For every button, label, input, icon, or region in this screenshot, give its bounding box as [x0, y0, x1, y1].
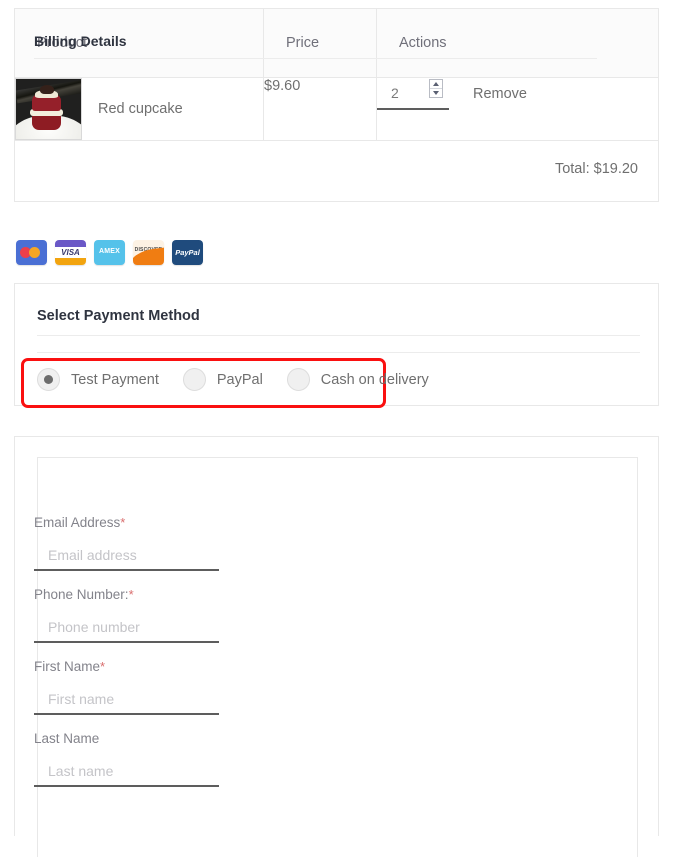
remove-item-button[interactable]: Remove	[473, 86, 527, 102]
payment-divider-bottom	[37, 352, 640, 353]
billing-details-title: Billing Details	[34, 33, 127, 49]
product-thumbnail-image[interactable]	[15, 78, 82, 140]
payment-option-label: Test Payment	[71, 371, 159, 388]
required-marker: *	[128, 587, 134, 602]
payment-method-title: Select Payment Method	[37, 308, 200, 324]
visa-icon: VISA	[55, 240, 86, 265]
cart-total-row: Total: $19.20	[15, 141, 658, 202]
last-name-field-label: Last Name	[34, 731, 100, 746]
accepted-cards-strip: VISA AMEX DISCOVER PayPal	[16, 240, 203, 265]
email-field[interactable]	[34, 547, 219, 571]
amex-icon: AMEX	[94, 240, 125, 265]
payment-option-cash-on-delivery[interactable]: Cash on delivery	[286, 368, 429, 391]
first-name-field[interactable]	[34, 691, 219, 715]
cell-price: $9.60	[263, 77, 377, 141]
payment-option-test-payment[interactable]: Test Payment	[37, 368, 159, 391]
cart-table-body: Red cupcake $9.60 2 Remove Total: $19.20	[15, 77, 658, 202]
required-marker: *	[100, 659, 106, 674]
cell-actions: 2 Remove	[376, 77, 658, 141]
radio-unselected-icon[interactable]	[182, 368, 206, 391]
payment-option-paypal[interactable]: PayPal	[182, 368, 263, 391]
payment-divider-top	[37, 335, 640, 336]
phone-field-label: Phone Number:*	[34, 587, 134, 602]
spinner-icon[interactable]	[429, 79, 443, 98]
phone-field-group: Phone Number:*	[34, 587, 224, 643]
paypal-icon-label: PayPal	[175, 248, 200, 257]
quantity-value[interactable]: 2	[377, 85, 399, 101]
radio-unselected-icon[interactable]	[286, 368, 310, 391]
spinner-up-button[interactable]	[430, 80, 442, 89]
mastercard-icon	[16, 240, 47, 265]
product-name: Red cupcake	[98, 101, 183, 117]
last-name-field-group: Last Name	[34, 731, 224, 787]
payment-options-group: Test Payment PayPal Cash on delivery	[37, 368, 453, 391]
first-name-field-label: First Name*	[34, 659, 106, 674]
amex-icon-label: AMEX	[98, 248, 121, 255]
column-header-price: Price	[263, 9, 377, 78]
discover-icon: DISCOVER	[133, 240, 164, 265]
email-field-group: Email Address*	[34, 515, 224, 571]
billing-title-divider	[34, 58, 597, 59]
column-header-actions: Actions	[376, 9, 658, 78]
payment-option-label: PayPal	[216, 371, 263, 388]
visa-icon-label: VISA	[61, 248, 80, 257]
quantity-stepper[interactable]: 2	[377, 78, 449, 110]
phone-field[interactable]	[34, 619, 219, 643]
spinner-down-button[interactable]	[430, 89, 442, 97]
table-row: Red cupcake $9.60 2 Remove	[15, 77, 658, 141]
last-name-field[interactable]	[34, 763, 219, 787]
radio-selected-icon[interactable]	[37, 368, 60, 391]
cart-total-amount: Total: $19.20	[554, 161, 638, 177]
required-marker: *	[120, 515, 126, 530]
payment-option-label: Cash on delivery	[320, 371, 429, 388]
paypal-icon: PayPal	[172, 240, 203, 265]
payment-method-card: Select Payment Method Test Payment PayPa…	[14, 283, 659, 408]
cell-product: Red cupcake	[15, 77, 264, 141]
email-field-label: Email Address*	[34, 515, 126, 530]
photo-chocolate-topper	[40, 85, 54, 94]
first-name-field-group: First Name*	[34, 659, 224, 715]
